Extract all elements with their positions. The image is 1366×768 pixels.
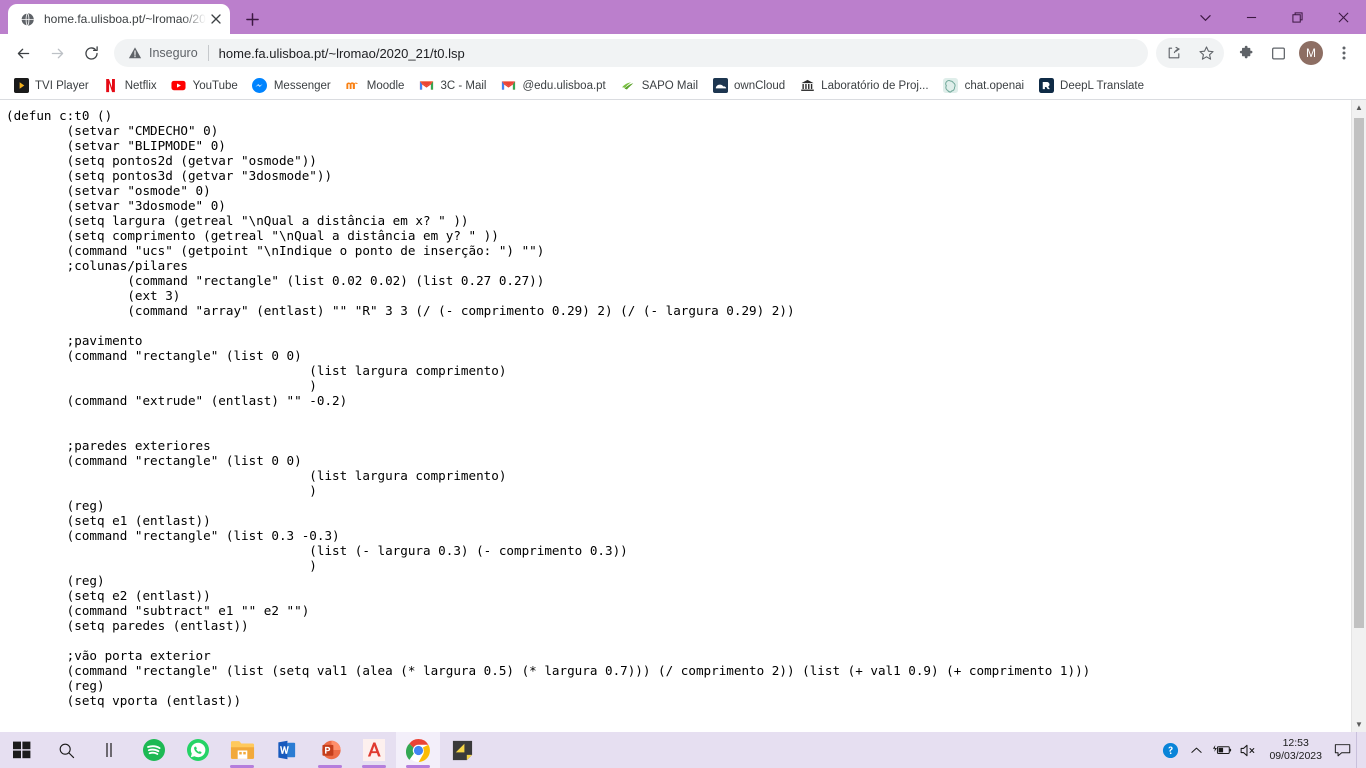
search-button[interactable]: [44, 732, 88, 768]
chrome-menu-button[interactable]: [1329, 38, 1359, 68]
sapo-mail-icon: [620, 78, 636, 94]
bookmarks-bar: TVI Player Netflix YouTube Messenger Moo…: [0, 72, 1366, 100]
bookmark-label: YouTube: [192, 79, 238, 92]
bookmark-sapo-mail[interactable]: SAPO Mail: [613, 75, 705, 97]
tvi-player-icon: [13, 78, 29, 94]
bookmark-label: Moodle: [366, 79, 405, 92]
bookmark-owncloud[interactable]: ownCloud: [705, 75, 792, 97]
scrollbar-thumb[interactable]: [1354, 118, 1364, 628]
windows-taskbar: 12:53 09/03/2023: [0, 732, 1366, 768]
gmail-icon: [500, 78, 516, 94]
bank-icon: [799, 78, 815, 94]
tab-search-button[interactable]: [1182, 0, 1228, 34]
security-label: Inseguro: [149, 46, 198, 60]
bookmark-tvi-player[interactable]: TVI Player: [6, 75, 96, 97]
taskbar-chrome[interactable]: [396, 732, 440, 768]
show-desktop-button[interactable]: [1356, 732, 1366, 768]
page-viewport: (defun c:t0 () (setvar "CMDECHO" 0) (set…: [0, 100, 1366, 732]
bookmark-youtube[interactable]: YouTube: [164, 75, 245, 97]
close-icon[interactable]: [208, 11, 224, 27]
share-icon[interactable]: [1159, 38, 1189, 68]
help-circle-icon[interactable]: [1157, 732, 1183, 768]
openai-icon: [943, 78, 959, 94]
bookmark-3c-mail[interactable]: 3C - Mail: [411, 75, 493, 97]
bookmark-label: chat.openai: [964, 79, 1025, 92]
toolbar-actions: M: [1156, 38, 1360, 68]
bookmark-edu-ulisboa[interactable]: @edu.ulisboa.pt: [493, 75, 612, 97]
bookmark-netflix[interactable]: Netflix: [96, 75, 164, 97]
gmail-icon: [418, 78, 434, 94]
browser-toolbar: Inseguro home.fa.ulisboa.pt/~lromao/2020…: [0, 34, 1366, 72]
omnibox-action-pill: [1156, 38, 1224, 68]
owncloud-icon: [712, 78, 728, 94]
bookmark-label: ownCloud: [734, 79, 786, 92]
scroll-up-arrow[interactable]: ▲: [1352, 100, 1366, 115]
vertical-scrollbar[interactable]: ▲ ▼: [1351, 100, 1366, 732]
bookmark-laboratorio-projeto[interactable]: Laboratório de Proj...: [792, 75, 935, 97]
extensions-icon[interactable]: [1231, 38, 1261, 68]
youtube-icon: [171, 78, 187, 94]
bookmark-label: SAPO Mail: [641, 79, 699, 92]
task-view-button[interactable]: [88, 732, 132, 768]
side-panel-icon[interactable]: [1263, 38, 1293, 68]
taskbar-spotify[interactable]: [132, 732, 176, 768]
browser-title-bar: home.fa.ulisboa.pt/~lromao/2020: [0, 0, 1366, 34]
forward-button[interactable]: [42, 38, 72, 68]
bookmark-deepl-translate[interactable]: DeepL Translate: [1031, 75, 1151, 97]
bookmark-chat-openai[interactable]: chat.openai: [936, 75, 1031, 97]
bookmark-label: Netflix: [124, 79, 157, 92]
omnibox-divider: [207, 45, 209, 61]
bookmark-label: TVI Player: [35, 79, 89, 92]
insecure-warning-icon[interactable]: [128, 46, 142, 60]
taskbar-whatsapp[interactable]: [176, 732, 220, 768]
globe-icon: [19, 11, 35, 27]
taskbar-autocad[interactable]: [352, 732, 396, 768]
taskbar-file-explorer[interactable]: [220, 732, 264, 768]
messenger-icon: [252, 78, 268, 94]
close-window-button[interactable]: [1320, 0, 1366, 34]
bookmark-label: Laboratório de Proj...: [821, 79, 929, 92]
maximize-button[interactable]: [1274, 0, 1320, 34]
tab-title: home.fa.ulisboa.pt/~lromao/2020: [44, 12, 206, 26]
source-code-text: (defun c:t0 () (setvar "CMDECHO" 0) (set…: [6, 108, 1091, 708]
bookmark-label: 3C - Mail: [440, 79, 487, 92]
bookmark-label: Messenger: [273, 79, 331, 92]
reload-button[interactable]: [76, 38, 106, 68]
window-controls: [1182, 0, 1366, 34]
clock[interactable]: 12:53 09/03/2023: [1261, 732, 1330, 768]
avatar[interactable]: M: [1299, 41, 1323, 65]
page-content: (defun c:t0 () (setvar "CMDECHO" 0) (set…: [0, 100, 1351, 732]
bookmark-moodle[interactable]: Moodle: [338, 75, 412, 97]
back-button[interactable]: [8, 38, 38, 68]
battery-charging-icon[interactable]: [1209, 732, 1235, 768]
system-tray: 12:53 09/03/2023: [1157, 732, 1366, 768]
clock-time: 12:53: [1282, 737, 1309, 749]
taskbar-powerpoint[interactable]: [308, 732, 352, 768]
netflix-icon: [103, 78, 119, 94]
moodle-icon: [345, 78, 361, 94]
deepl-icon: [1038, 78, 1054, 94]
minimize-button[interactable]: [1228, 0, 1274, 34]
taskbar-sticky-notes[interactable]: [440, 732, 484, 768]
speaker-muted-icon[interactable]: [1235, 732, 1261, 768]
notification-icon[interactable]: [1330, 732, 1356, 768]
new-tab-button[interactable]: [238, 5, 266, 33]
start-button[interactable]: [0, 732, 44, 768]
browser-tab[interactable]: home.fa.ulisboa.pt/~lromao/2020: [8, 4, 230, 34]
clock-date: 09/03/2023: [1269, 750, 1322, 762]
bookmark-label: DeepL Translate: [1060, 79, 1145, 92]
url-text: home.fa.ulisboa.pt/~lromao/2020_21/t0.ls…: [218, 45, 465, 61]
bookmark-star-icon[interactable]: [1191, 38, 1221, 68]
chevron-up-icon[interactable]: [1183, 732, 1209, 768]
bookmark-label: @edu.ulisboa.pt: [522, 79, 606, 92]
scroll-down-arrow[interactable]: ▼: [1352, 717, 1366, 732]
address-bar[interactable]: Inseguro home.fa.ulisboa.pt/~lromao/2020…: [114, 39, 1148, 67]
bookmark-messenger[interactable]: Messenger: [245, 75, 338, 97]
taskbar-word[interactable]: [264, 732, 308, 768]
